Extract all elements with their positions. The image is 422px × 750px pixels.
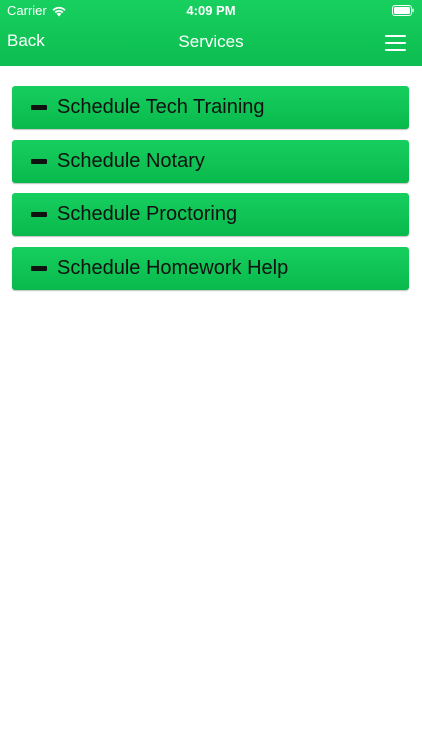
- battery-icon: [392, 5, 414, 16]
- service-item-tech-training[interactable]: Schedule Tech Training: [12, 86, 409, 129]
- minus-icon: [31, 212, 47, 217]
- services-list: Schedule Tech Training Schedule Notary S…: [0, 66, 422, 290]
- service-item-proctoring[interactable]: Schedule Proctoring: [12, 193, 409, 236]
- hamburger-menu-icon[interactable]: [385, 35, 406, 51]
- page-title: Services: [178, 32, 244, 51]
- service-item-label: Schedule Homework Help: [57, 256, 289, 279]
- service-item-label: Schedule Proctoring: [57, 203, 238, 225]
- service-item-notary[interactable]: Schedule Notary: [12, 139, 409, 183]
- status-time: 4:09 PM: [186, 3, 236, 18]
- navigation-bar: Back Services: [0, 22, 422, 66]
- app-header: Carrier 4:09 PM Back Services: [0, 0, 422, 66]
- service-item-homework-help[interactable]: Schedule Homework Help: [12, 246, 409, 290]
- minus-icon: [31, 158, 47, 164]
- service-item-label: Schedule Tech Training: [57, 96, 265, 118]
- status-bar: Carrier 4:09 PM: [0, 0, 422, 22]
- minus-icon: [31, 105, 47, 110]
- service-item-label: Schedule Notary: [57, 149, 205, 172]
- minus-icon: [31, 265, 47, 271]
